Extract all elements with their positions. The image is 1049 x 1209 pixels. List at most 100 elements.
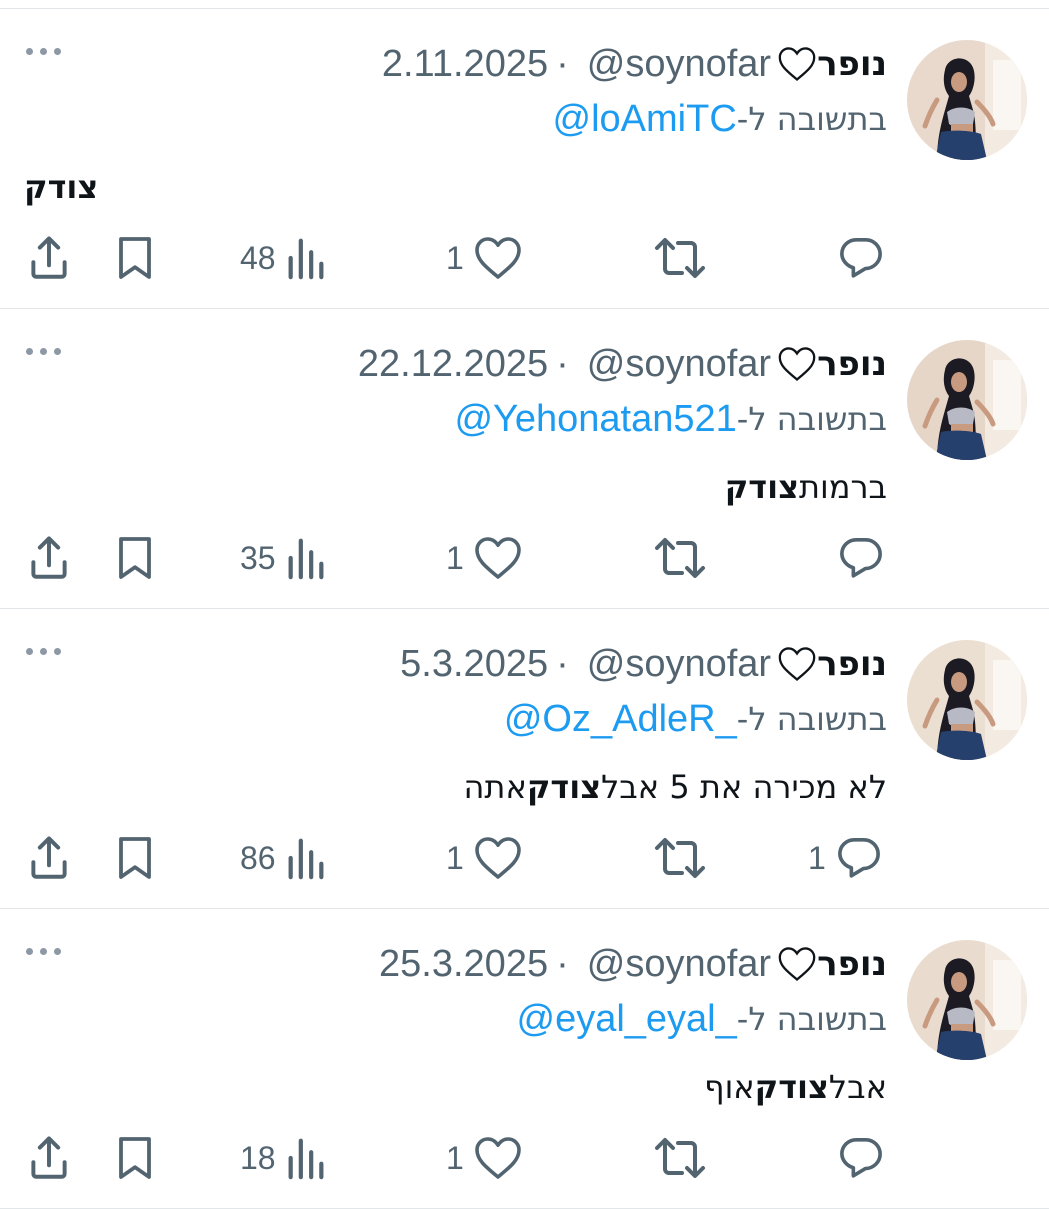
reply-prefix: בתשובה ל- (736, 700, 887, 738)
heart-icon (474, 536, 522, 580)
separator-dot: · (556, 942, 569, 985)
retweet-button[interactable] (654, 835, 706, 881)
heart-icon (474, 836, 522, 880)
reply-button[interactable]: 1 (808, 835, 882, 881)
like-button[interactable]: 1 (446, 1135, 522, 1181)
more-options-button[interactable] (26, 41, 70, 61)
user-handle[interactable]: @soynofar (587, 43, 771, 86)
views-bar-chart-icon (286, 835, 326, 881)
user-handle[interactable]: @soynofar (587, 943, 771, 986)
views-count: 86 (240, 839, 276, 876)
display-name[interactable]: נופר (817, 344, 887, 384)
tweet[interactable]: נופר @soynofar · 2.11.2025 בתשובה ל- @lo… (0, 9, 1049, 309)
share-icon (24, 233, 74, 283)
bookmark-icon (111, 1133, 159, 1183)
views-count: 35 (240, 539, 276, 576)
reply-to-handle[interactable]: @eyal_eyal_ (517, 998, 737, 1041)
display-name[interactable]: נופר (817, 44, 887, 84)
tweet-text-bold: צודק (724, 468, 799, 506)
more-dots-icon (26, 647, 33, 655)
display-name[interactable]: נופר (817, 944, 887, 984)
tweet-actions: 86 1 1 (0, 819, 1049, 899)
share-button[interactable] (24, 535, 74, 581)
reply-to-handle[interactable]: @loAmiTC (553, 98, 737, 141)
display-name[interactable]: נופר (817, 644, 887, 684)
tweet-text: צודק (24, 157, 98, 217)
reply-prefix: בתשובה ל- (736, 1000, 887, 1038)
reply-button[interactable] (838, 1135, 884, 1181)
separator-dot: · (556, 342, 569, 385)
like-button[interactable]: 1 (446, 535, 522, 581)
tweet[interactable]: נופר @soynofar · 5.3.2025 בתשובה ל- @Oz_… (0, 609, 1049, 909)
like-count: 1 (446, 539, 464, 576)
tweet-date[interactable]: 22.12.2025 (358, 343, 548, 386)
bookmark-icon (111, 533, 159, 583)
white-heart-icon (777, 46, 817, 82)
retweet-button[interactable] (654, 235, 706, 281)
tweet-actions: 18 1 (0, 1119, 1049, 1199)
user-handle[interactable]: @soynofar (587, 343, 771, 386)
reply-button[interactable] (838, 235, 884, 281)
tweet-text: צודק ברמות (725, 457, 887, 517)
tweet-text-before: אתה (463, 768, 527, 806)
like-count: 1 (446, 1139, 464, 1176)
tweet-date[interactable]: 2.11.2025 (382, 43, 548, 86)
avatar[interactable] (907, 640, 1027, 760)
tweet-text-after: ברמות (798, 468, 887, 506)
tweet-header: נופר @soynofar · 25.3.2025 (379, 939, 887, 989)
more-dots-icon (40, 947, 47, 955)
tweet[interactable]: נופר @soynofar · 22.12.2025 בתשובה ל- @Y… (0, 309, 1049, 609)
more-dots-icon (40, 47, 47, 55)
views-count: 18 (240, 1139, 276, 1176)
more-dots-icon (26, 347, 33, 355)
share-button[interactable] (24, 235, 74, 281)
views-button[interactable]: 86 (240, 835, 326, 881)
bookmark-button[interactable] (111, 835, 159, 881)
tweet-text-after: לא מכירה את 5 אבל (601, 768, 887, 806)
more-options-button[interactable] (26, 941, 70, 961)
bookmark-button[interactable] (111, 235, 159, 281)
tweet-text-before: אוף (704, 1068, 755, 1106)
reply-to-handle[interactable]: @Yehonatan521 (454, 398, 736, 441)
like-button[interactable]: 1 (446, 235, 522, 281)
views-button[interactable]: 18 (240, 1135, 326, 1181)
bookmark-button[interactable] (111, 535, 159, 581)
reply-button[interactable] (838, 535, 884, 581)
reply-to-handle[interactable]: @Oz_AdleR_ (504, 698, 737, 741)
more-options-button[interactable] (26, 341, 70, 361)
retweet-button[interactable] (654, 1135, 706, 1181)
avatar[interactable] (907, 340, 1027, 460)
separator-dot: · (556, 42, 569, 85)
views-bar-chart-icon (286, 535, 326, 581)
bookmark-button[interactable] (111, 1135, 159, 1181)
share-button[interactable] (24, 1135, 74, 1181)
reply-context: בתשובה ל- @Oz_AdleR_ (504, 691, 887, 747)
like-button[interactable]: 1 (446, 835, 522, 881)
tweet-text: אתה צודק לא מכירה את 5 אבל (464, 757, 887, 817)
share-icon (24, 533, 74, 583)
retweet-button[interactable] (654, 535, 706, 581)
reply-bubble-icon (838, 236, 884, 280)
tweet-date[interactable]: 5.3.2025 (400, 643, 548, 686)
tweet[interactable]: נופר @soynofar · 25.3.2025 בתשובה ל- @ey… (0, 909, 1049, 1209)
tweet-date[interactable]: 25.3.2025 (379, 943, 548, 986)
user-handle[interactable]: @soynofar (587, 643, 771, 686)
heart-icon (474, 236, 522, 280)
avatar[interactable] (907, 40, 1027, 160)
avatar[interactable] (907, 940, 1027, 1060)
more-dots-icon (26, 947, 33, 955)
white-heart-icon (777, 646, 817, 682)
views-bar-chart-icon (286, 1135, 326, 1181)
tweet-header: נופר @soynofar · 2.11.2025 (382, 39, 887, 89)
share-icon (24, 833, 74, 883)
more-dots-icon (54, 647, 61, 655)
reply-context: בתשובה ל- @loAmiTC (553, 91, 887, 147)
views-button[interactable]: 35 (240, 535, 326, 581)
retweet-icon (654, 235, 706, 281)
reply-context: בתשובה ל- @eyal_eyal_ (517, 991, 888, 1047)
views-button[interactable]: 48 (240, 235, 326, 281)
reply-count: 1 (808, 839, 826, 876)
share-button[interactable] (24, 835, 74, 881)
share-icon (24, 1133, 74, 1183)
more-options-button[interactable] (26, 641, 70, 661)
